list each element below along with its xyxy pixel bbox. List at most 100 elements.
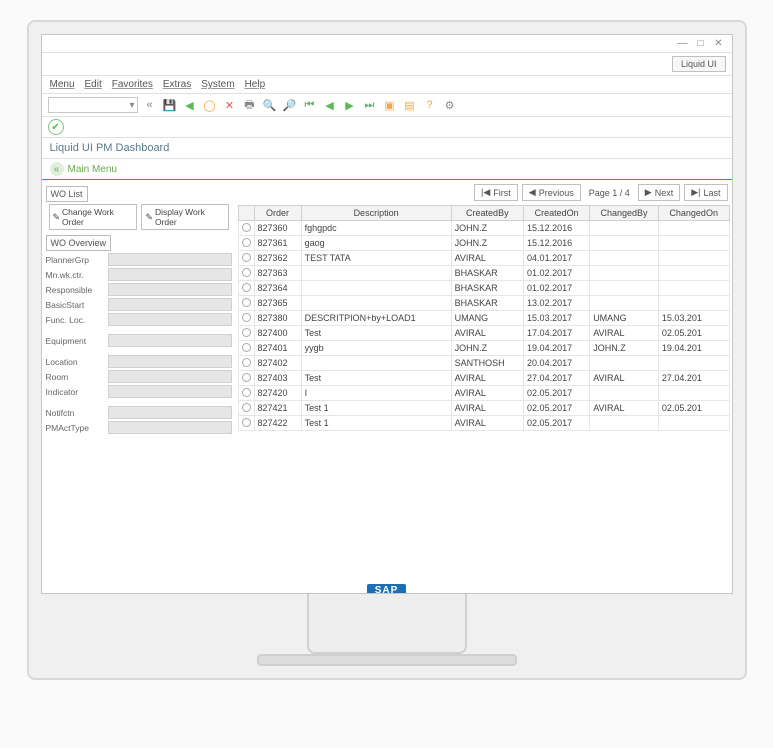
- minimize-icon[interactable]: —: [676, 37, 690, 51]
- table-row[interactable]: 827362TEST TATAAVIRAL04.01.2017: [238, 251, 729, 266]
- help-icon[interactable]: ?: [422, 97, 438, 113]
- cancel-icon[interactable]: ✕: [222, 97, 238, 113]
- save-icon[interactable]: 💾: [162, 97, 178, 113]
- field-input[interactable]: [108, 313, 232, 326]
- row-selector[interactable]: [242, 268, 251, 277]
- row-selector[interactable]: [242, 313, 251, 322]
- last-button[interactable]: ▶| Last: [684, 184, 727, 201]
- cell: 02.05.201: [658, 326, 729, 341]
- tab-wo-list[interactable]: WO List: [46, 186, 88, 202]
- row-selector[interactable]: [242, 253, 251, 262]
- table-row[interactable]: 827422Test 1AVIRAL02.05.2017: [238, 416, 729, 431]
- next-page-icon[interactable]: ▶: [342, 97, 358, 113]
- row-selector[interactable]: [242, 358, 251, 367]
- table-row[interactable]: 827402SANTHOSH20.04.2017: [238, 356, 729, 371]
- table-row[interactable]: 827365BHASKAR13.02.2017: [238, 296, 729, 311]
- back-icon[interactable]: ◀: [182, 97, 198, 113]
- column-header[interactable]: ChangedOn: [658, 206, 729, 221]
- cell: yygb: [301, 341, 451, 356]
- column-header[interactable]: CreatedBy: [451, 206, 523, 221]
- table-row[interactable]: 827360fghgpdcJOHN.Z15.12.2016: [238, 221, 729, 236]
- column-header[interactable]: Description: [301, 206, 451, 221]
- table-row[interactable]: 827363BHASKAR01.02.2017: [238, 266, 729, 281]
- settings-icon[interactable]: ⚙: [442, 97, 458, 113]
- field-input[interactable]: [108, 334, 232, 347]
- first-button[interactable]: |◀ First: [474, 184, 518, 201]
- print-icon[interactable]: 🖶: [242, 97, 258, 113]
- previous-button[interactable]: ◀ Previous: [522, 184, 581, 201]
- main-menu-label: Main Menu: [68, 164, 117, 175]
- cell: gaog: [301, 236, 451, 251]
- cell: 15.03.201: [658, 311, 729, 326]
- cell: AVIRAL: [451, 326, 523, 341]
- field-input[interactable]: [108, 283, 232, 296]
- prev-page-icon[interactable]: ◀: [322, 97, 338, 113]
- menu-item-favorites[interactable]: Favorites: [112, 79, 153, 90]
- command-field[interactable]: ▾: [48, 97, 138, 113]
- new-session-icon[interactable]: ▣: [382, 97, 398, 113]
- menu-item-help[interactable]: Help: [245, 79, 266, 90]
- ok-icon[interactable]: ✔: [48, 119, 64, 135]
- cell: 827380: [254, 311, 301, 326]
- main-menu-link[interactable]: « Main Menu: [42, 159, 732, 180]
- cell: 19.04.201: [658, 341, 729, 356]
- column-header[interactable]: CreatedOn: [524, 206, 590, 221]
- cell: I: [301, 386, 451, 401]
- menu-item-menu[interactable]: Menu: [50, 79, 75, 90]
- menu-item-extras[interactable]: Extras: [163, 79, 191, 90]
- find-next-icon[interactable]: 🔎: [282, 97, 298, 113]
- pencil-icon: ✎: [53, 212, 61, 223]
- row-selector[interactable]: [242, 373, 251, 382]
- field-input[interactable]: [108, 385, 232, 398]
- row-selector[interactable]: [242, 283, 251, 292]
- cell: 827400: [254, 326, 301, 341]
- shortcut-icon[interactable]: ▤: [402, 97, 418, 113]
- row-selector[interactable]: [242, 238, 251, 247]
- table-row[interactable]: 827401yygbJOHN.Z19.04.2017JOHN.Z19.04.20…: [238, 341, 729, 356]
- display-work-order-button[interactable]: ✎Display Work Order: [141, 204, 228, 230]
- row-selector[interactable]: [242, 418, 251, 427]
- table-row[interactable]: 827421Test 1AVIRAL02.05.2017AVIRAL02.05.…: [238, 401, 729, 416]
- liquid-ui-button[interactable]: Liquid UI: [672, 56, 726, 72]
- change-work-order-button[interactable]: ✎Change Work Order: [49, 204, 138, 230]
- field-label: Func. Loc.: [46, 315, 108, 325]
- column-header[interactable]: Order: [254, 206, 301, 221]
- field-label: PMActType: [46, 423, 108, 433]
- table-row[interactable]: 827403TestAVIRAL27.04.2017AVIRAL27.04.20…: [238, 371, 729, 386]
- cell: [658, 236, 729, 251]
- field-input[interactable]: [108, 298, 232, 311]
- row-selector[interactable]: [242, 298, 251, 307]
- table-row[interactable]: 827380DESCRITPION+by+LOAD1UMANG15.03.201…: [238, 311, 729, 326]
- column-header[interactable]: ChangedBy: [590, 206, 659, 221]
- row-selector[interactable]: [242, 328, 251, 337]
- table-row[interactable]: 827364BHASKAR01.02.2017: [238, 281, 729, 296]
- table-row[interactable]: 827400TestAVIRAL17.04.2017AVIRAL02.05.20…: [238, 326, 729, 341]
- cell: AVIRAL: [590, 401, 659, 416]
- exit-icon[interactable]: ◯: [202, 97, 218, 113]
- field-input[interactable]: [108, 268, 232, 281]
- row-selector[interactable]: [242, 388, 251, 397]
- next-button[interactable]: ▶ Next: [638, 184, 680, 201]
- close-icon[interactable]: ✕: [712, 37, 726, 51]
- first-page-icon[interactable]: ⏮: [302, 97, 318, 113]
- table-row[interactable]: 827420IAVIRAL02.05.2017: [238, 386, 729, 401]
- field-input[interactable]: [108, 253, 232, 266]
- field-input[interactable]: [108, 406, 232, 419]
- tab-wo-overview[interactable]: WO Overview: [46, 235, 112, 251]
- row-selector[interactable]: [242, 343, 251, 352]
- field-input[interactable]: [108, 370, 232, 383]
- field-input[interactable]: [108, 355, 232, 368]
- maximize-icon[interactable]: □: [694, 37, 708, 51]
- history-icon[interactable]: «: [142, 97, 158, 113]
- page-info: Page 1 / 4: [585, 186, 634, 200]
- row-selector[interactable]: [242, 223, 251, 232]
- row-selector[interactable]: [242, 403, 251, 412]
- last-page-icon[interactable]: ⏭: [362, 97, 378, 113]
- menu-item-system[interactable]: System: [201, 79, 234, 90]
- table-row[interactable]: 827361gaogJOHN.Z15.12.2016: [238, 236, 729, 251]
- column-header[interactable]: [238, 206, 254, 221]
- menu-item-edit[interactable]: Edit: [85, 79, 102, 90]
- field-input[interactable]: [108, 421, 232, 434]
- cell: 27.04.2017: [524, 371, 590, 386]
- find-icon[interactable]: 🔍: [262, 97, 278, 113]
